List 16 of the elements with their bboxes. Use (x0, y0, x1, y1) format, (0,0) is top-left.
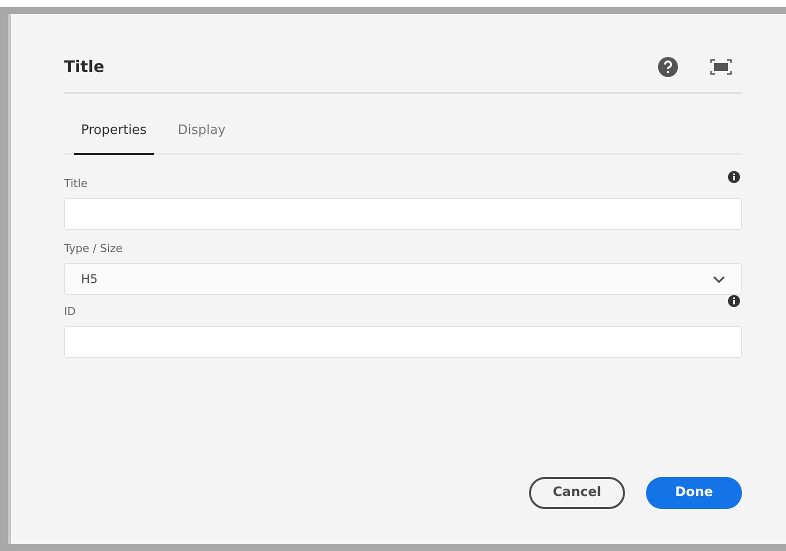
tab[interactable]: Properties (74, 108, 154, 155)
input-field[interactable] (64, 198, 742, 230)
input-field[interactable] (64, 326, 742, 358)
select-field[interactable]: H5 (64, 263, 742, 295)
info-icon[interactable] (728, 295, 740, 307)
tab[interactable]: Display (160, 108, 244, 155)
field-label: ID (64, 304, 76, 320)
field-label: Title (64, 176, 88, 192)
dialog-title: Title (64, 56, 104, 78)
help-icon[interactable] (658, 57, 678, 77)
info-icon[interactable] (728, 171, 740, 183)
field-label: Type / Size (64, 240, 123, 256)
chevron-down-icon (713, 276, 725, 282)
cancel-button[interactable]: Cancel (529, 477, 625, 509)
fullscreen-icon[interactable] (710, 59, 732, 75)
done-button[interactable]: Done (646, 477, 742, 509)
